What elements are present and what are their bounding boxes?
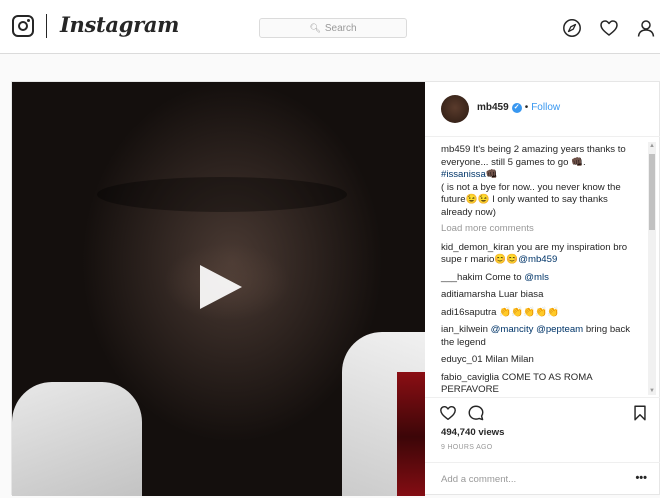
add-comment-input[interactable]: Add a comment... <box>441 474 516 485</box>
list-item: aditiamarsha Luar biasa <box>441 289 637 302</box>
comment-mention[interactable]: @mancity <box>491 324 534 335</box>
comment-username[interactable]: aditiamarsha <box>441 289 496 300</box>
comments-scrollbar[interactable]: ▲ ▼ <box>648 142 656 395</box>
comment-username[interactable]: kid_demon_kiran <box>441 242 514 253</box>
post-caption: mb459 It's being 2 amazing years thanks … <box>441 144 637 219</box>
author-username[interactable]: mb459 <box>477 102 509 113</box>
search-input[interactable]: 🔍︎ Search <box>259 18 407 38</box>
video-frame-shirt-left <box>12 382 142 496</box>
comment-mention[interactable]: @mb459 <box>518 254 557 265</box>
play-icon[interactable] <box>200 265 242 309</box>
comment-username[interactable]: ___hakim <box>441 272 483 283</box>
comment-text: Luar biasa <box>498 289 544 300</box>
scroll-down-icon[interactable]: ▼ <box>649 388 655 394</box>
user-icon[interactable] <box>636 18 656 38</box>
instagram-wordmark[interactable]: Instagram <box>60 12 179 37</box>
comment-username[interactable]: fabio_caviglia <box>441 372 499 383</box>
save-bookmark-icon[interactable] <box>631 404 649 422</box>
comment-icon[interactable] <box>467 404 485 422</box>
add-comment-section: Add a comment... ••• <box>425 462 660 496</box>
caption-username[interactable]: mb459 <box>441 144 470 155</box>
caption-hashtag[interactable]: #issanissa👊🏿 <box>441 169 498 180</box>
search-placeholder: Search <box>324 22 357 34</box>
comments-list: mb459 It's being 2 amazing years thanks … <box>425 137 660 397</box>
post-timestamp[interactable]: 9 HOURS AGO <box>441 444 493 451</box>
instagram-camera-icon[interactable] <box>12 15 34 37</box>
load-more-comments-button[interactable]: Load more comments <box>441 223 645 236</box>
avatar[interactable] <box>441 95 469 123</box>
scroll-up-icon[interactable]: ▲ <box>649 143 655 149</box>
comment-mention-2[interactable]: @pepteam <box>536 324 583 335</box>
list-item: ian_kilwein @mancity @pepteam bring back… <box>441 324 637 349</box>
comment-emoji: 😊😊 <box>494 254 519 265</box>
separator-dot: • <box>524 102 529 113</box>
compass-icon[interactable] <box>562 18 582 38</box>
post-actions <box>425 397 660 427</box>
logo-divider <box>46 14 47 38</box>
scrollbar-thumb[interactable] <box>649 154 655 230</box>
list-item: adi16saputra 👏👏👏👏👏 <box>441 307 637 320</box>
comment-text: Come to <box>485 271 522 283</box>
list-item: kid_demon_kiran you are my inspiration b… <box>441 242 637 267</box>
verified-badge-icon: ✓ <box>511 102 522 113</box>
comment-text: Milan Milan <box>485 354 534 365</box>
like-heart-icon[interactable] <box>439 404 457 422</box>
comment-username[interactable]: eduyc_01 <box>441 354 483 365</box>
search-icon: 🔍︎ <box>309 22 321 33</box>
list-item: ___hakim Come to @mls <box>441 272 637 285</box>
video-frame-shadow <box>97 177 347 212</box>
post-header: mb459 ✓ • Follow <box>425 82 660 137</box>
view-count: 494,740 views <box>441 427 505 438</box>
list-item: eduyc_01 Milan Milan <box>441 354 637 367</box>
list-item: fabio_caviglia COME TO AS ROMA PERFAVORE <box>441 372 637 397</box>
heart-icon[interactable] <box>599 18 619 38</box>
post-card: mb459 ✓ • Follow mb459 It's being 2 amaz… <box>11 81 660 496</box>
comment-username[interactable]: adi16saputra <box>441 307 496 318</box>
caption-text-2: ( is not a bye for now.. you never know … <box>441 181 621 218</box>
comment-text: 👏👏👏👏👏 <box>499 306 559 318</box>
post-author: mb459 ✓ • Follow <box>477 102 560 113</box>
follow-button[interactable]: Follow <box>531 102 560 113</box>
top-navigation-bar: Instagram 🔍︎ Search <box>0 0 660 54</box>
comment-username[interactable]: ian_kilwein <box>441 324 488 335</box>
video-frame-stripe <box>397 372 425 496</box>
post-video[interactable] <box>12 82 425 496</box>
post-sidebar: mb459 ✓ • Follow mb459 It's being 2 amaz… <box>425 82 660 496</box>
comment-mention[interactable]: @mls <box>524 272 549 283</box>
more-options-button[interactable]: ••• <box>635 472 647 484</box>
